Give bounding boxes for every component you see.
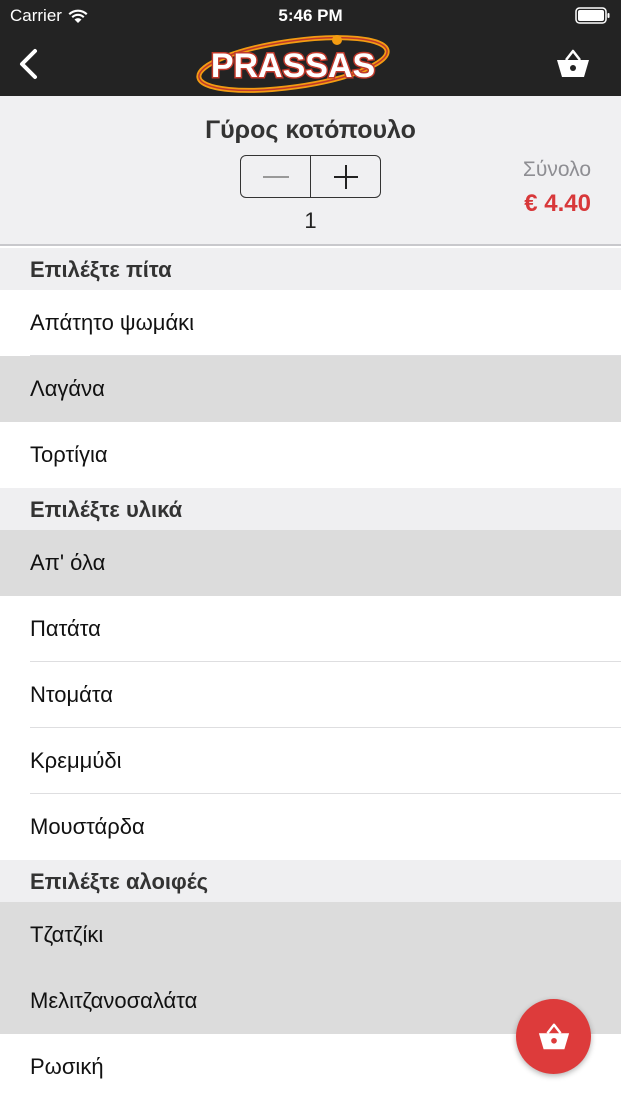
- option-row[interactable]: Ντομάτα: [0, 662, 621, 728]
- status-bar: Carrier 5:46 PM: [0, 0, 621, 32]
- increment-button[interactable]: [310, 156, 380, 197]
- quantity-stepper: [240, 155, 381, 198]
- clock: 5:46 PM: [278, 6, 343, 25]
- total-price: € 4.40: [524, 190, 591, 217]
- basket-icon[interactable]: [555, 46, 591, 82]
- section-header-sauces: Επιλέξτε αλοιφές: [0, 860, 621, 902]
- battery-icon: [575, 7, 610, 24]
- total-label: Σύνολο: [522, 158, 591, 181]
- section-header-pita: Επιλέξτε πίτα: [0, 248, 621, 290]
- svg-text:PRASSAS: PRASSAS: [211, 47, 375, 85]
- prassas-logo: PRASSAS: [196, 35, 390, 93]
- option-row[interactable]: Απ' όλα: [0, 530, 621, 596]
- navigation-bar: PRASSAS: [0, 32, 621, 96]
- option-row[interactable]: Κρεμμύδι: [0, 728, 621, 794]
- add-to-basket-button[interactable]: [516, 999, 591, 1074]
- plus-icon: [333, 164, 358, 189]
- option-row[interactable]: Τζατζίκι: [0, 902, 621, 968]
- decrement-button[interactable]: [241, 156, 310, 197]
- option-row[interactable]: Πατάτα: [0, 596, 621, 662]
- option-row[interactable]: Απάτητο ψωμάκι: [0, 290, 621, 356]
- options-list: Επιλέξτε πίτα Απάτητο ψωμάκι Λαγάνα Τορτ…: [0, 248, 621, 1100]
- product-header: Γύρος κοτόπουλο 1 Σύνολο € 4.40: [0, 96, 621, 246]
- minus-icon: [262, 175, 289, 178]
- option-row[interactable]: Λαγάνα: [0, 356, 621, 422]
- basket-icon: [538, 1023, 569, 1049]
- chevron-left-icon[interactable]: [14, 46, 44, 82]
- option-row[interactable]: Μουστάρδα: [0, 794, 621, 860]
- product-title: Γύρος κοτόπουλο: [205, 116, 416, 144]
- section-header-ingredients: Επιλέξτε υλικά: [0, 488, 621, 530]
- option-row[interactable]: Τορτίγια: [0, 422, 621, 488]
